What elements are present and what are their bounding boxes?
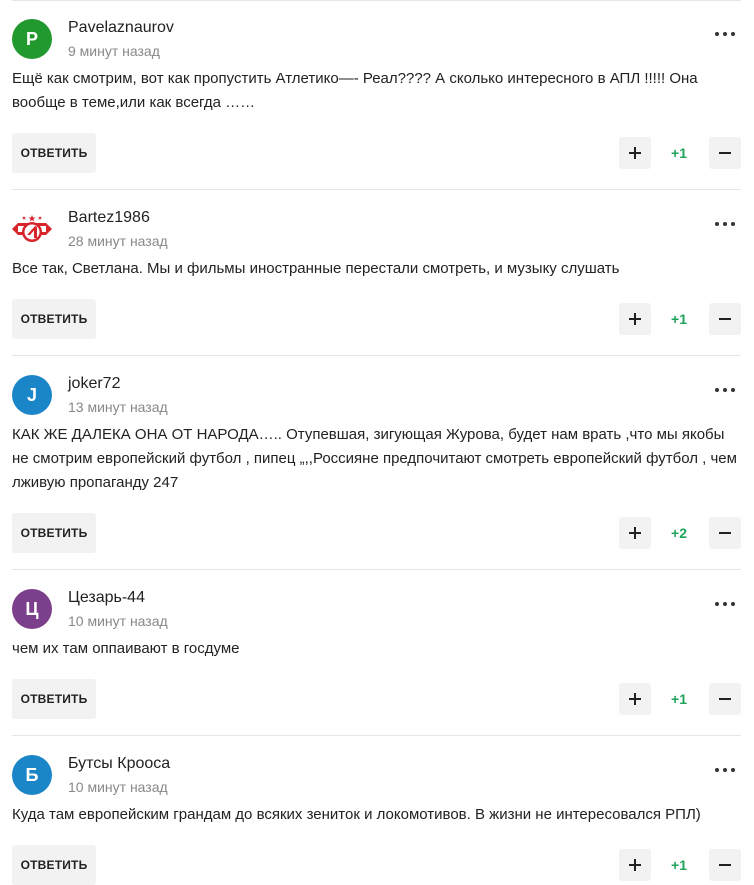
author-name[interactable]: Бутсы Крооса bbox=[68, 755, 170, 773]
comment-time: 10 минут назад bbox=[68, 613, 168, 629]
vote-score: +1 bbox=[671, 311, 687, 327]
comment-actions: ОТВЕТИТЬ +1 bbox=[12, 133, 741, 173]
comment-actions: ОТВЕТИТЬ +1 bbox=[12, 845, 741, 885]
author-name[interactable]: Bartez1986 bbox=[68, 209, 150, 227]
reply-button[interactable]: ОТВЕТИТЬ bbox=[12, 133, 96, 173]
comment-time: 10 минут назад bbox=[68, 779, 168, 795]
minus-icon bbox=[719, 152, 731, 154]
upvote-button[interactable] bbox=[619, 303, 651, 335]
comment-text: Все так, Светлана. Мы и фильмы иностранн… bbox=[12, 260, 620, 277]
comment: Bartez1986 28 минут назад Все так, Светл… bbox=[12, 190, 741, 356]
author-name[interactable]: Цезарь-44 bbox=[68, 589, 145, 607]
minus-icon bbox=[719, 532, 731, 534]
avatar[interactable]: Б bbox=[12, 755, 52, 795]
upvote-button[interactable] bbox=[619, 849, 651, 881]
vote-score: +2 bbox=[671, 525, 687, 541]
downvote-button[interactable] bbox=[709, 683, 741, 715]
minus-icon bbox=[719, 864, 731, 866]
reply-button[interactable]: ОТВЕТИТЬ bbox=[12, 845, 96, 885]
comment-header: Bartez1986 28 минут назад bbox=[12, 190, 741, 252]
comment-actions: ОТВЕТИТЬ +1 bbox=[12, 679, 741, 719]
plus-icon bbox=[629, 527, 641, 539]
avatar[interactable]: Ц bbox=[12, 589, 52, 629]
comment-text: Куда там европейским грандам до всяких з… bbox=[12, 806, 701, 823]
comment-actions: ОТВЕТИТЬ +2 bbox=[12, 513, 741, 553]
downvote-button[interactable] bbox=[709, 303, 741, 335]
comment: J joker72 13 минут назад КАК ЖЕ ДАЛЕКА О… bbox=[12, 356, 741, 570]
comment-text: Ещё как смотрим, вот как пропустить Атле… bbox=[12, 70, 698, 111]
reply-button[interactable]: ОТВЕТИТЬ bbox=[12, 679, 96, 719]
more-dots-icon[interactable] bbox=[709, 214, 741, 234]
downvote-button[interactable] bbox=[709, 849, 741, 881]
comment-header: Б Бутсы Крооса 10 минут назад bbox=[12, 736, 741, 798]
comment-text: КАК ЖЕ ДАЛЕКА ОНА ОТ НАРОДА….. Отупевшая… bbox=[12, 426, 737, 491]
upvote-button[interactable] bbox=[619, 683, 651, 715]
comment-header: P Pavelaznaurov 9 минут назад bbox=[12, 0, 741, 62]
comments-list: P Pavelaznaurov 9 минут назад Ещё как см… bbox=[0, 0, 754, 885]
comment-time: 28 минут назад bbox=[68, 233, 168, 249]
vote-score: +1 bbox=[671, 145, 687, 161]
reply-button[interactable]: ОТВЕТИТЬ bbox=[12, 513, 96, 553]
comment-text: чем их там оппаивают в госдуме bbox=[12, 640, 240, 657]
plus-icon bbox=[629, 859, 641, 871]
plus-icon bbox=[629, 147, 641, 159]
author-name[interactable]: joker72 bbox=[68, 375, 120, 393]
more-dots-icon[interactable] bbox=[709, 760, 741, 780]
comment-header: J joker72 13 минут назад bbox=[12, 356, 741, 418]
comment-header: Ц Цезарь-44 10 минут назад bbox=[12, 570, 741, 632]
downvote-button[interactable] bbox=[709, 137, 741, 169]
upvote-button[interactable] bbox=[619, 137, 651, 169]
avatar[interactable] bbox=[12, 209, 52, 249]
upvote-button[interactable] bbox=[619, 517, 651, 549]
author-name[interactable]: Pavelaznaurov bbox=[68, 19, 174, 37]
comment: Б Бутсы Крооса 10 минут назад Куда там е… bbox=[12, 736, 741, 885]
more-dots-icon[interactable] bbox=[709, 24, 741, 44]
reply-button[interactable]: ОТВЕТИТЬ bbox=[12, 299, 96, 339]
plus-icon bbox=[629, 313, 641, 325]
comment-time: 9 минут назад bbox=[68, 43, 160, 59]
comment: P Pavelaznaurov 9 минут назад Ещё как см… bbox=[12, 0, 741, 190]
more-dots-icon[interactable] bbox=[709, 380, 741, 400]
minus-icon bbox=[719, 318, 731, 320]
plus-icon bbox=[629, 693, 641, 705]
more-dots-icon[interactable] bbox=[709, 594, 741, 614]
spartak-logo-icon bbox=[12, 215, 52, 242]
vote-score: +1 bbox=[671, 691, 687, 707]
comment-actions: ОТВЕТИТЬ +1 bbox=[12, 299, 741, 339]
minus-icon bbox=[719, 698, 731, 700]
avatar[interactable]: J bbox=[12, 375, 52, 415]
avatar[interactable]: P bbox=[12, 19, 52, 59]
comment: Ц Цезарь-44 10 минут назад чем их там оп… bbox=[12, 570, 741, 736]
downvote-button[interactable] bbox=[709, 517, 741, 549]
vote-score: +1 bbox=[671, 857, 687, 873]
comment-time: 13 минут назад bbox=[68, 399, 168, 415]
